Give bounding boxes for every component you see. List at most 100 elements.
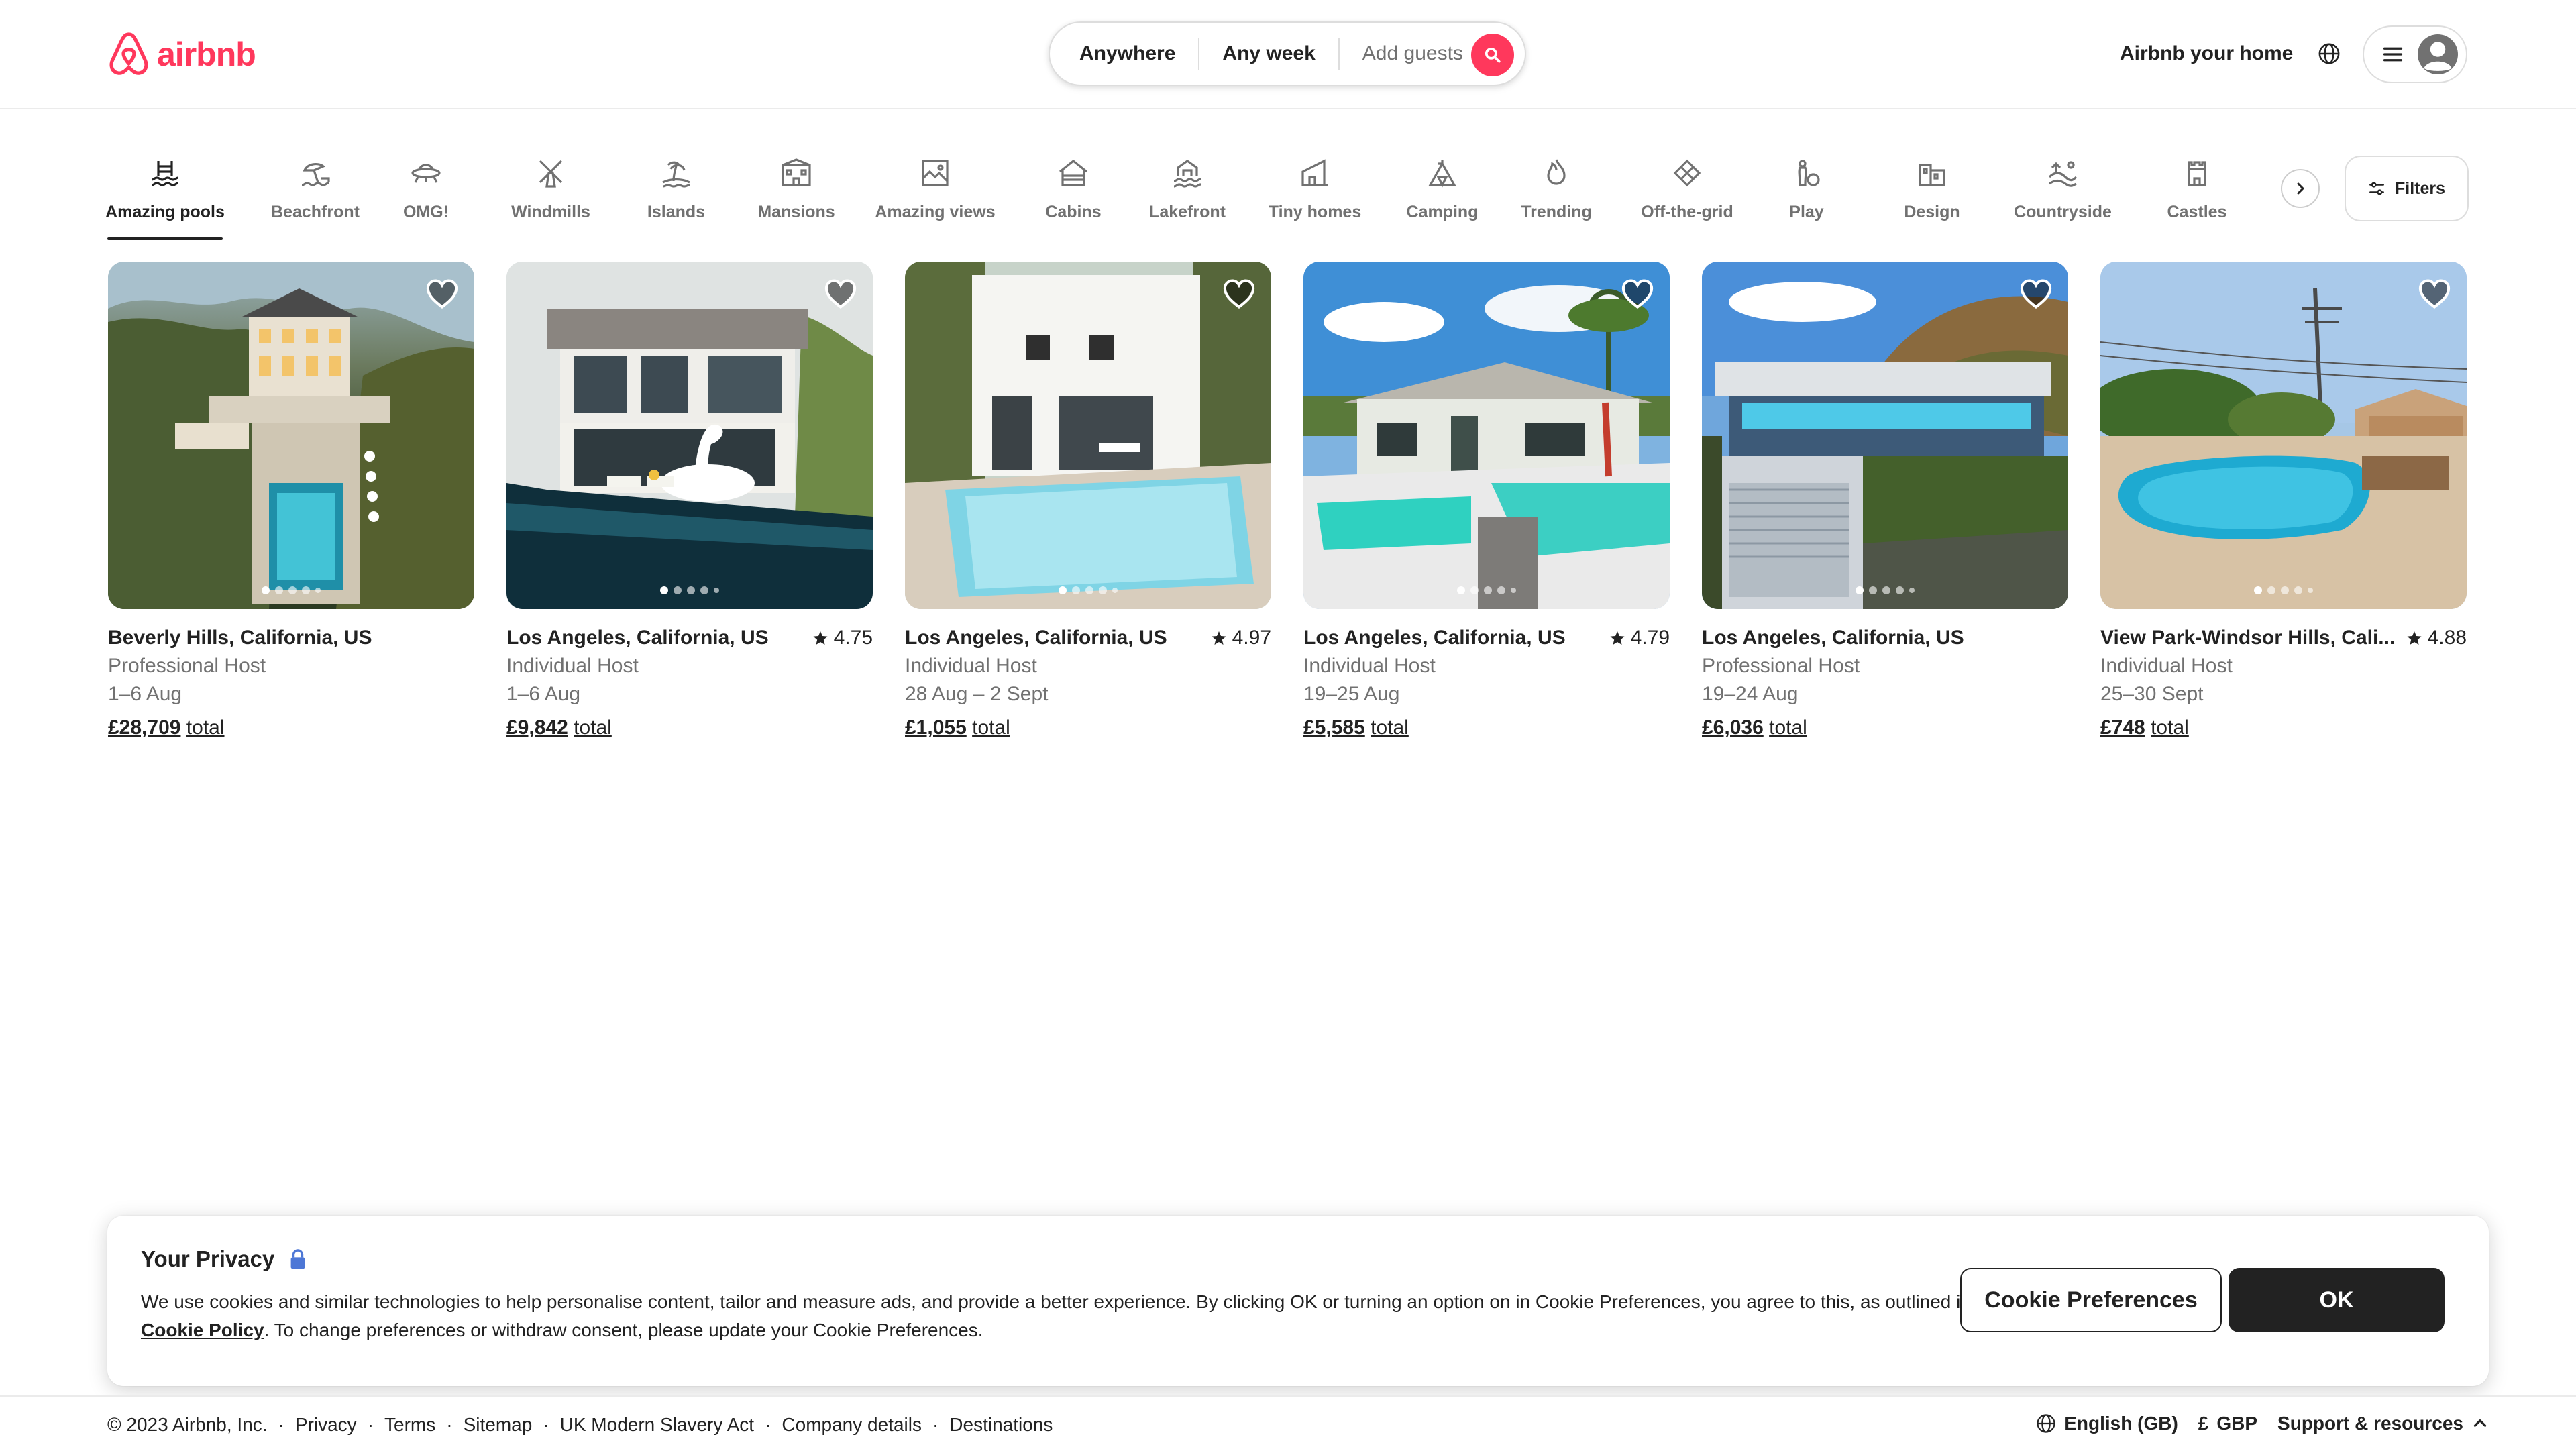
heart-icon[interactable] bbox=[823, 276, 858, 311]
listing-price[interactable]: £9,842 total bbox=[506, 716, 873, 739]
off-the-grid-icon bbox=[1668, 154, 1706, 192]
listing-rating-value: 4.75 bbox=[833, 627, 873, 649]
listing-card[interactable]: Los Angeles, California, US 4.97 Individ… bbox=[905, 262, 1271, 745]
cookie-policy-link[interactable]: Cookie Policy bbox=[141, 1320, 264, 1340]
category-islands[interactable]: Islands bbox=[643, 142, 710, 240]
category-cabins[interactable]: Cabins bbox=[1036, 142, 1110, 240]
listing-photo[interactable] bbox=[108, 262, 474, 609]
listing-price-amount: £6,036 bbox=[1702, 716, 1764, 739]
listing-price-total-label: total bbox=[574, 716, 612, 739]
category-mansions[interactable]: Mansions bbox=[753, 142, 840, 240]
category-label: Cabins bbox=[1045, 203, 1102, 221]
category-amazing-pools[interactable]: Amazing pools bbox=[105, 142, 225, 240]
user-menu-button[interactable] bbox=[2363, 25, 2467, 83]
cabin-icon bbox=[1055, 154, 1092, 192]
listing-photo[interactable] bbox=[506, 262, 873, 609]
listing-dates: 1–6 Aug bbox=[506, 683, 581, 705]
heart-icon[interactable] bbox=[425, 276, 460, 311]
listing-card[interactable]: Los Angeles, California, US 4.79 Individ… bbox=[1303, 262, 1670, 745]
category-trending[interactable]: Trending bbox=[1519, 142, 1593, 240]
heart-icon[interactable] bbox=[2417, 276, 2452, 311]
search-when[interactable]: Any week bbox=[1199, 42, 1338, 65]
footer-link-modern-slavery[interactable]: UK Modern Slavery Act bbox=[560, 1414, 754, 1436]
windmill-icon bbox=[532, 154, 570, 192]
chevron-right-icon bbox=[2297, 182, 2304, 195]
countryside-icon bbox=[2044, 154, 2082, 192]
listing-card[interactable]: View Park-Windsor Hills, Cali... 4.88 In… bbox=[2100, 262, 2467, 745]
category-omg[interactable]: OMG! bbox=[396, 142, 456, 240]
search-where[interactable]: Anywhere bbox=[1057, 42, 1198, 65]
footer-link-sitemap[interactable]: Sitemap bbox=[464, 1414, 533, 1436]
listing-host-type: Individual Host bbox=[905, 655, 1037, 677]
category-label: Islands bbox=[647, 203, 706, 221]
castle-icon bbox=[2178, 154, 2216, 192]
heart-icon[interactable] bbox=[1620, 276, 1655, 311]
footer-link-privacy[interactable]: Privacy bbox=[295, 1414, 357, 1436]
category-countryside[interactable]: Countryside bbox=[2009, 142, 2116, 240]
listing-photo[interactable] bbox=[1303, 262, 1670, 609]
category-bar: Amazing pools Beachfront OMG! Windmills bbox=[105, 142, 2469, 243]
star-icon bbox=[1212, 631, 1226, 645]
category-label: Tiny homes bbox=[1268, 203, 1362, 221]
heart-icon[interactable] bbox=[1222, 276, 1256, 311]
filters-button[interactable]: Filters bbox=[2345, 156, 2469, 221]
listing-price-amount: £28,709 bbox=[108, 716, 181, 739]
footer-currency-button[interactable]: £ GBP bbox=[2198, 1413, 2257, 1434]
category-label: Castles bbox=[2167, 203, 2227, 221]
search-button[interactable] bbox=[1471, 34, 1514, 76]
category-tiny-homes[interactable]: Tiny homes bbox=[1268, 142, 1362, 240]
listing-photo[interactable] bbox=[2100, 262, 2467, 609]
airbnb-wordmark: airbnb bbox=[157, 36, 256, 73]
language-button[interactable] bbox=[2309, 34, 2349, 74]
listing-card[interactable]: Beverly Hills, California, US Profession… bbox=[108, 262, 474, 745]
search-bar[interactable]: Anywhere Any week Add guests bbox=[1049, 21, 1526, 86]
footer-support-button[interactable]: Support & resources bbox=[2277, 1413, 2489, 1434]
listing-photo[interactable] bbox=[1702, 262, 2068, 609]
cookie-ok-button[interactable]: OK bbox=[2229, 1268, 2445, 1332]
design-icon bbox=[1913, 154, 1951, 192]
listing-dates: 19–25 Aug bbox=[1303, 683, 1400, 705]
category-windmills[interactable]: Windmills bbox=[507, 142, 594, 240]
airbnb-your-home-link[interactable]: Airbnb your home bbox=[2120, 38, 2293, 70]
views-icon bbox=[916, 154, 954, 192]
footer-link-company-details[interactable]: Company details bbox=[782, 1414, 922, 1436]
listing-host-type: Professional Host bbox=[1702, 655, 1860, 677]
category-label: Amazing pools bbox=[105, 203, 225, 221]
listing-card[interactable]: Los Angeles, California, US Professional… bbox=[1702, 262, 2068, 745]
listing-price[interactable]: £6,036 total bbox=[1702, 716, 2068, 739]
listing-price[interactable]: £5,585 total bbox=[1303, 716, 1670, 739]
category-label: Windmills bbox=[511, 203, 590, 221]
category-castles[interactable]: Castles bbox=[2160, 142, 2234, 240]
category-amazing-views[interactable]: Amazing views bbox=[871, 142, 999, 240]
category-off-the-grid[interactable]: Off-the-grid bbox=[1630, 142, 1744, 240]
cookie-preferences-button[interactable]: Cookie Preferences bbox=[1960, 1268, 2222, 1332]
footer-link-terms[interactable]: Terms bbox=[384, 1414, 435, 1436]
privacy-title: Your Privacy bbox=[141, 1246, 275, 1271]
listing-location: View Park-Windsor Hills, Cali... bbox=[2100, 627, 2396, 649]
listing-price[interactable]: £748 total bbox=[2100, 716, 2467, 739]
filters-label: Filters bbox=[2394, 178, 2446, 198]
filters-sliders-icon bbox=[2369, 182, 2384, 195]
listing-card[interactable]: Los Angeles, California, US 4.75 Individ… bbox=[506, 262, 873, 745]
listing-price[interactable]: £1,055 total bbox=[905, 716, 1271, 739]
listing-host-type: Professional Host bbox=[108, 655, 266, 677]
airbnb-logo[interactable]: airbnb bbox=[107, 31, 256, 78]
privacy-text-after: . To change preferences or withdraw cons… bbox=[264, 1320, 983, 1340]
category-play[interactable]: Play bbox=[1780, 142, 1833, 240]
heart-icon[interactable] bbox=[2019, 276, 2053, 311]
category-beachfront[interactable]: Beachfront bbox=[265, 142, 366, 240]
listing-rating: 4.88 bbox=[2406, 627, 2467, 649]
category-design[interactable]: Design bbox=[1895, 142, 1969, 240]
listing-photo[interactable] bbox=[905, 262, 1271, 609]
category-scroll-next-button[interactable] bbox=[2281, 169, 2320, 208]
footer-link-destinations[interactable]: Destinations bbox=[949, 1414, 1053, 1436]
footer-language-button[interactable]: English (GB) bbox=[2036, 1413, 2178, 1434]
listing-rating-value: 4.79 bbox=[1630, 627, 1670, 649]
photo-carousel-dots bbox=[262, 586, 321, 594]
footer-links: © 2023 Airbnb, Inc. · Privacy · Terms · … bbox=[107, 1414, 1053, 1436]
category-lakefront[interactable]: Lakefront bbox=[1144, 142, 1231, 240]
listing-price[interactable]: £28,709 total bbox=[108, 716, 474, 739]
search-guests[interactable]: Add guests bbox=[1340, 42, 1486, 65]
category-camping[interactable]: Camping bbox=[1399, 142, 1486, 240]
listing-price-amount: £1,055 bbox=[905, 716, 967, 739]
